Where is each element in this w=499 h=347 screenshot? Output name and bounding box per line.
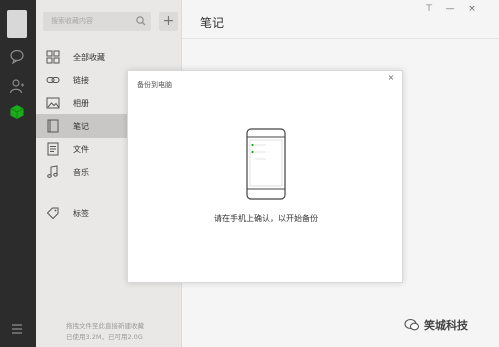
search-placeholder: 搜索收藏内容 (51, 17, 93, 25)
sidebar-item-label: 音乐 (73, 167, 89, 177)
add-button[interactable]: + (159, 12, 178, 31)
nav-rail (0, 0, 36, 347)
storage-usage-text: 已使用3.2M，已可用2.0G (66, 333, 143, 341)
page-title: 笔记 (200, 16, 225, 30)
phone-icon (246, 128, 286, 200)
window-close-button[interactable]: × (466, 4, 478, 14)
sidebar-item-label: 笔记 (73, 121, 89, 131)
dialog-message: 请在手机上确认，以开始备份 (214, 214, 318, 223)
image-icon (46, 96, 60, 110)
tag-icon (46, 206, 60, 220)
note-icon (46, 119, 60, 133)
sidebar-item-label: 链接 (73, 75, 89, 85)
menu-icon[interactable] (9, 321, 25, 337)
chat-icon[interactable] (9, 48, 25, 64)
dialog-close-button[interactable]: × (386, 73, 396, 83)
search-input[interactable]: 搜索收藏内容 (43, 12, 151, 31)
file-icon (46, 142, 60, 156)
search-icon[interactable] (135, 15, 147, 27)
dialog-title: 备份到电脑 (137, 81, 172, 89)
sidebar-item-label: 文件 (73, 144, 89, 154)
watermark-logo-icon (404, 318, 420, 331)
music-icon (46, 165, 60, 179)
minimize-button[interactable]: — (444, 4, 456, 14)
drag-hint-text: 拖拽文件至此直接新建收藏 (66, 322, 144, 330)
sidebar-item-label: 全部收藏 (73, 52, 105, 62)
backup-dialog: 备份到电脑 × 请在手机上确认，以开始备份 (127, 70, 403, 283)
link-icon (46, 73, 60, 87)
sidebar-item-label: 标签 (73, 208, 89, 218)
avatar[interactable] (7, 10, 27, 38)
watermark-text: 笑城科技 (424, 319, 468, 332)
sidebar-item-all[interactable]: 全部收藏 (36, 45, 182, 69)
sidebar-item-label: 相册 (73, 98, 89, 108)
favorites-cube-icon[interactable] (9, 104, 25, 120)
divider (182, 38, 499, 39)
watermark: 笑城科技 (404, 315, 494, 335)
grid-icon (46, 50, 60, 64)
contacts-icon[interactable] (9, 78, 25, 94)
pin-button[interactable]: ⊤ (423, 4, 435, 14)
